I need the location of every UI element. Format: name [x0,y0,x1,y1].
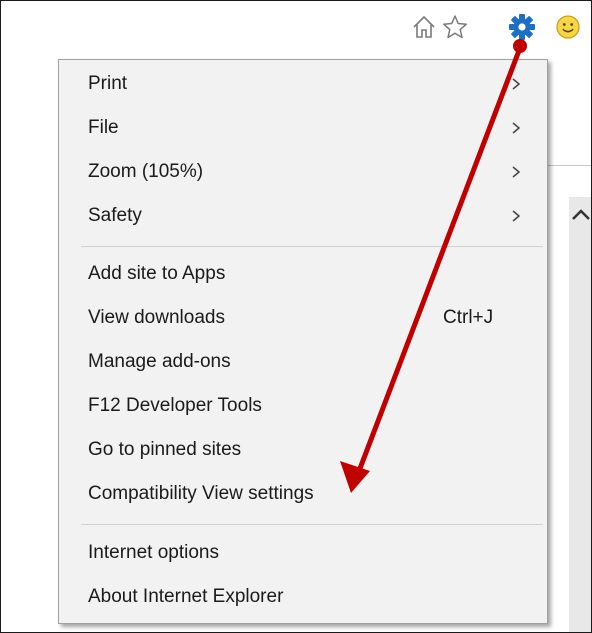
menu-separator [81,524,543,525]
menu-item-label: File [88,117,119,138]
menu-item-label: Compatibility View settings [88,483,314,504]
menu-item-add-site-to-apps[interactable]: Add site to Apps [59,253,547,295]
chevron-right-icon [512,166,521,178]
menu-item-print[interactable]: Print [59,63,547,105]
page-divider-line [547,165,591,166]
menu-item-label: Print [88,73,128,94]
menu-item-shortcut: Ctrl+J [443,307,494,328]
menu-item-label: Add site to Apps [88,263,226,284]
home-icon[interactable] [410,13,438,41]
menu-item-compatibility-view-settings[interactable]: Compatibility View settings [59,473,547,515]
menu-item-view-downloads[interactable]: View downloads Ctrl+J [59,297,547,339]
menu-item-manage-add-ons[interactable]: Manage add-ons [59,341,547,383]
menu-item-label: Zoom (105%) [88,161,204,182]
favorites-star-icon[interactable] [441,13,469,41]
tools-menu: Print File Zoom (105%) Safety Add site t… [58,59,548,624]
menu-item-label: F12 Developer Tools [88,395,262,416]
menu-item-about-internet-explorer[interactable]: About Internet Explorer [59,576,547,618]
menu-item-safety[interactable]: Safety [59,195,547,237]
scroll-up-icon[interactable] [567,201,592,229]
chevron-right-icon [512,78,521,90]
menu-item-label: Go to pinned sites [88,439,242,460]
chevron-right-icon [512,122,521,134]
menu-item-label: View downloads [88,307,225,328]
menu-item-file[interactable]: File [59,107,547,149]
menu-item-label: Manage add-ons [88,351,231,372]
browser-window: Print File Zoom (105%) Safety Add site t… [0,0,592,633]
menu-item-go-to-pinned-sites[interactable]: Go to pinned sites [59,429,547,471]
menu-item-f12-developer-tools[interactable]: F12 Developer Tools [59,385,547,427]
menu-item-zoom[interactable]: Zoom (105%) [59,151,547,193]
menu-item-label: Internet options [88,542,219,563]
menu-item-label: Safety [88,205,142,226]
tools-gear-icon[interactable] [508,13,536,41]
chevron-right-icon [512,210,521,222]
menu-item-internet-options[interactable]: Internet options [59,532,547,574]
menu-separator [81,246,543,247]
menu-item-label: About Internet Explorer [88,586,284,607]
smiley-feedback-icon[interactable] [554,13,582,41]
scrollbar-track[interactable] [569,197,591,632]
